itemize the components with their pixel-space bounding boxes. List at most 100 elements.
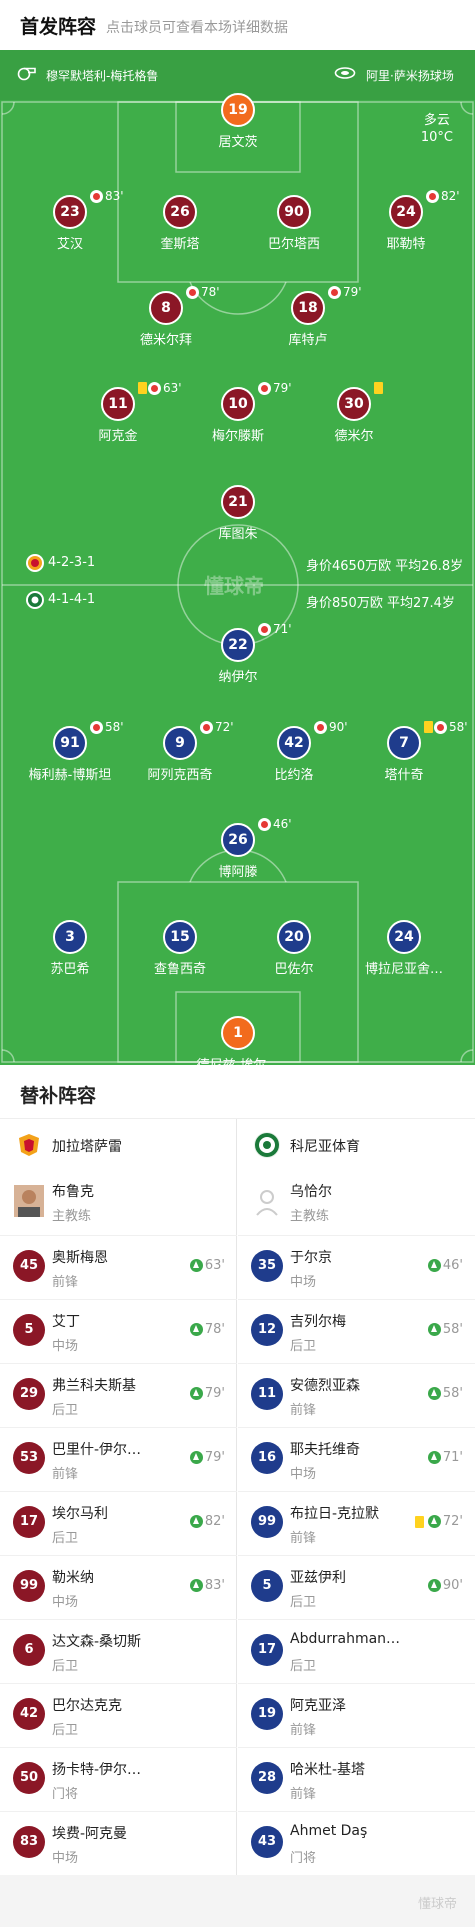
player-number: 9 [163,726,197,760]
weather-condition: 多云 [423,113,450,128]
away-sub-row[interactable]: 17 Abdurrahman… 后卫 [238,1619,475,1682]
away-bench-column: 科尼亚体育 乌恰尔 主教练 35 于尔京 中场 46' 12 吉列尔梅 后卫 58' 11 安德烈… [238,1119,475,1875]
away-player-1[interactable]: 1 德尼兹-埃尔… [178,1016,298,1065]
sub-off-icon [426,189,439,203]
away-coach[interactable]: 乌恰尔 主教练 [238,1171,475,1235]
away-player-24[interactable]: 24 博拉尼亚舍… [344,920,464,977]
home-player-18[interactable]: 18 库特卢 79' [248,285,368,348]
home-player-90[interactable]: 90 巴尔塔西 [234,195,354,252]
sub-off-icon [90,720,103,734]
home-player-21[interactable]: 21 库图朱 [178,485,298,542]
sub-name: 达文森-桑切斯 [52,1634,142,1650]
sub-on-icon [427,1451,441,1464]
player-name: 德尼兹-埃尔… [178,1054,298,1065]
away-player-3[interactable]: 3 苏巴希 [10,920,130,977]
sub-name: 埃费-阿克曼 [52,1826,128,1842]
away-player-9[interactable]: 9 阿列克西奇 72' [120,720,240,783]
away-player-42[interactable]: 42 比约洛 90' [234,720,354,783]
player-number: 24 [387,920,421,954]
sub-name: 勒米纳 [52,1570,94,1586]
away-sub-row[interactable]: 5 亚兹伊利 后卫 90' [238,1555,475,1618]
player-name: 巴尔塔西 [267,237,320,252]
player-number: 3 [53,920,87,954]
home-player-10[interactable]: 10 梅尔滕斯 79' [178,381,298,444]
sub-on-icon [189,1515,203,1528]
sub-off-icon [258,622,271,636]
stadium-icon [334,67,356,79]
away-sub-row[interactable]: 12 吉列尔梅 后卫 58' [238,1299,475,1362]
sub-off-icon [200,720,213,734]
home-sub-row[interactable]: 83 埃费-阿克曼 中场 [0,1811,237,1874]
away-sub-row[interactable]: 99 布拉日-克拉默 前锋 72' [238,1491,475,1554]
sub-position: 后卫 [52,1403,79,1418]
sub-number: 29 [13,1378,45,1410]
sub-position: 中场 [52,1595,79,1610]
home-player-30[interactable]: 30 德米尔 [294,382,414,444]
away-sub-row[interactable]: 16 耶夫托维奇 中场 71' [238,1427,475,1490]
player-name: 奎斯塔 [160,237,200,252]
away-sub-row[interactable]: 43 Ahmet Daş 门将 [238,1811,475,1874]
sub-events: 90' [427,1578,463,1593]
away-player-20[interactable]: 20 巴佐尔 [234,920,354,977]
home-formation: 4-2-3-1 [48,555,96,570]
sub-number: 17 [13,1506,45,1538]
player-events: 83' [89,189,124,203]
sub-number: 42 [13,1698,45,1730]
home-player-26[interactable]: 26 奎斯塔 [120,195,240,252]
home-sub-row[interactable]: 6 达文森-桑切斯 后卫 [0,1619,237,1682]
sub-name: 巴里什-伊尔… [52,1442,142,1458]
away-sub-row[interactable]: 28 哈米杜-基塔 前锋 [238,1747,475,1810]
away-player-15[interactable]: 15 查鲁西奇 [120,920,240,977]
sub-name: 扬卡特-伊尔… [52,1762,142,1778]
away-coach-role: 主教练 [290,1209,330,1224]
player-events: 58' [89,720,124,734]
player-name: 梅尔滕斯 [211,429,264,444]
sub-name: 埃尔马利 [52,1506,108,1522]
home-sub-row[interactable]: 50 扬卡特-伊尔… 门将 [0,1747,237,1810]
lineup-header: 首发阵容 点击球员可查看本场详细数据 [0,0,475,50]
sub-off-time: 46' [273,817,292,831]
home-player-11[interactable]: 11 阿克金 63' [58,381,181,444]
stadium-name: 阿里·萨米扬球场 [366,69,454,83]
away-sub-row[interactable]: 19 阿克亚泽 前锋 [238,1683,475,1746]
sub-off-icon [258,817,271,831]
sub-on-icon [427,1579,441,1592]
home-sub-row[interactable]: 45 奥斯梅恩 前锋 63' [0,1235,237,1298]
sub-number: 83 [13,1826,45,1858]
home-coach[interactable]: 布鲁克 主教练 [0,1171,237,1235]
home-player-23[interactable]: 23 艾汉 83' [10,189,130,252]
home-sub-row[interactable]: 29 弗兰科夫斯基 后卫 79' [0,1363,237,1426]
home-sub-row[interactable]: 99 勒米纳 中场 83' [0,1555,237,1618]
away-player-91[interactable]: 91 梅利赫-博斯坦 58' [10,720,130,783]
away-player-26[interactable]: 26 博阿滕 46' [178,817,298,880]
home-sub-row[interactable]: 42 巴尔达克克 后卫 [0,1683,237,1746]
player-name: 博拉尼亚舍… [364,962,443,977]
home-sub-row[interactable]: 17 埃尔马利 后卫 82' [0,1491,237,1554]
sub-off-time: 79' [273,381,292,395]
player-name: 居文茨 [218,135,258,150]
sub-name: 于尔京 [290,1250,332,1266]
away-sub-row[interactable]: 35 于尔京 中场 46' [238,1235,475,1298]
away-player-22[interactable]: 22 纳伊尔 71' [178,622,298,685]
sub-on-icon [189,1579,203,1592]
home-player-8[interactable]: 8 德米尔拜 78' [106,285,226,348]
sub-position: 前锋 [290,1403,317,1418]
subs-title: 替补阵容 [20,1085,97,1107]
home-sub-row[interactable]: 53 巴里什-伊尔… 前锋 79' [0,1427,237,1490]
player-events: 79' [327,285,362,299]
home-sub-row[interactable]: 5 艾丁 中场 78' [0,1299,237,1362]
away-player-7[interactable]: 7 塔什奇 58' [344,720,467,783]
home-player-19[interactable]: 19 居文茨 [178,93,298,150]
home-player-24[interactable]: 24 耶勒特 82' [346,189,466,252]
sub-position: 前锋 [290,1723,317,1738]
sub-events: 72' [414,1514,463,1529]
sub-number: 5 [251,1570,283,1602]
home-team-header[interactable]: 加拉塔萨雷 [0,1119,237,1171]
sub-name: 艾丁 [52,1314,80,1330]
away-sub-row[interactable]: 11 安德烈亚森 前锋 58' [238,1363,475,1426]
footer-watermark: 懂球帝 [417,1897,457,1912]
away-team-header[interactable]: 科尼亚体育 [238,1119,475,1171]
sub-position: 中场 [52,1851,79,1866]
sub-events: 83' [189,1578,225,1593]
player-events: 79' [257,381,292,395]
